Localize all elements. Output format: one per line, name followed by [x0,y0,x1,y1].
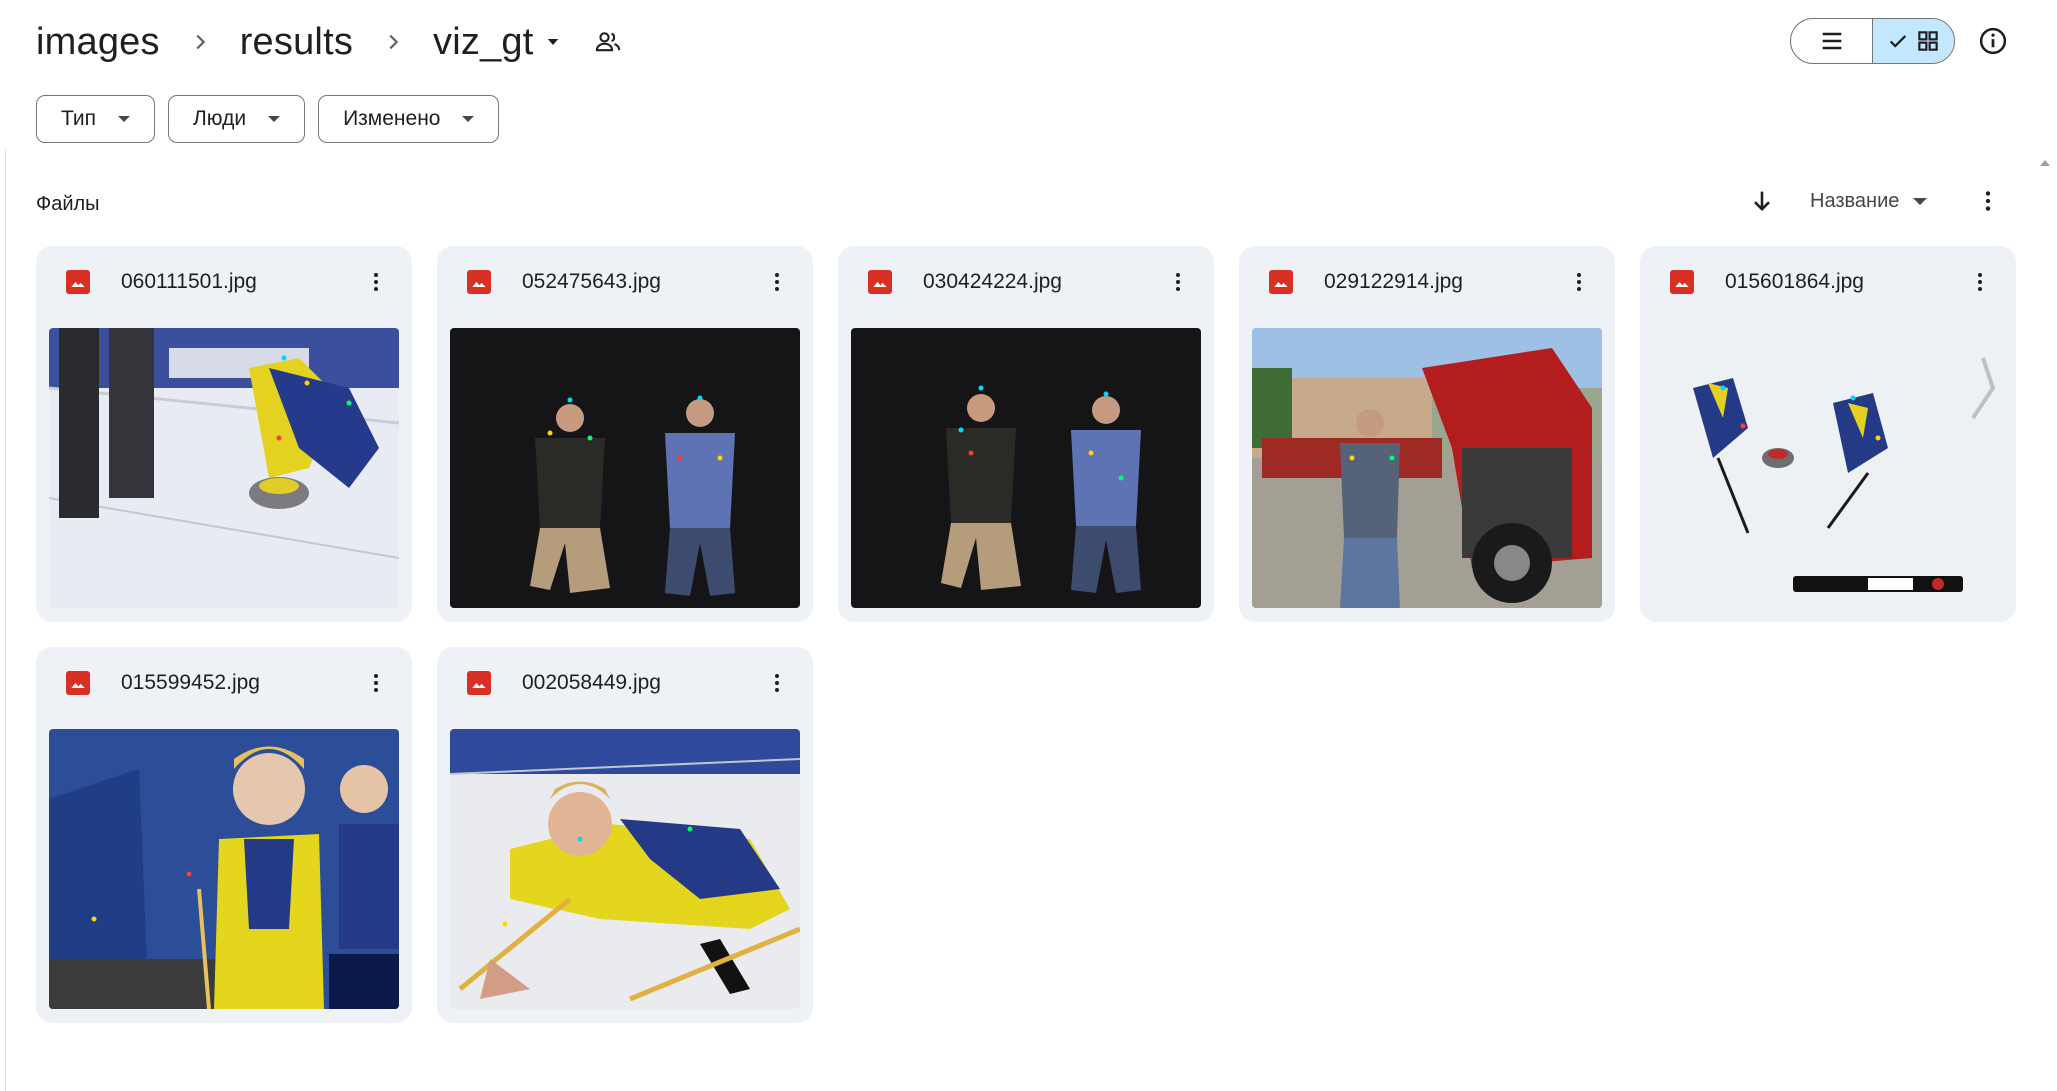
file-thumbnail [1653,328,2003,608]
caret-down-icon [268,116,281,122]
breadcrumb: images results viz_gt [36,14,624,70]
file-more-button[interactable] [759,264,795,300]
file-thumbnail [49,729,399,1009]
breadcrumb-current-folder[interactable]: viz_gt [433,21,561,64]
file-more-button[interactable] [358,665,394,701]
sort-by-button[interactable]: Название [1810,187,1928,215]
file-thumbnail [49,328,399,608]
grid-view-icon [1917,31,1938,51]
scroll-up-arrow[interactable] [2040,160,2050,166]
image-file-icon [66,671,90,695]
filter-people-chip[interactable]: Люди [168,95,306,143]
file-thumbnail [1252,328,1602,608]
more-vert-icon [1577,273,1581,291]
caret-down-icon [547,39,558,45]
file-thumbnail [450,729,800,1009]
more-vert-icon [1176,273,1180,291]
more-vert-icon [374,273,378,291]
file-thumbnail [450,328,800,608]
info-button[interactable] [1974,22,2012,60]
file-card[interactable]: 052475643.jpg [437,246,813,622]
image-file-icon [467,671,491,695]
file-name: 015601864.jpg [1725,270,1864,293]
file-name: 002058449.jpg [522,671,661,694]
filter-people-label: Люди [193,107,247,130]
file-more-button[interactable] [1160,264,1196,300]
more-vert-icon [374,674,378,692]
file-more-button[interactable] [759,665,795,701]
file-card[interactable]: 002058449.jpg [437,647,813,1023]
section-title: Файлы [36,193,100,215]
file-thumbnail [851,328,1201,608]
more-vert-icon [775,674,779,692]
view-toggle [1790,18,1955,64]
arrow-down-icon [1754,191,1770,211]
people-icon[interactable] [594,27,624,57]
image-file-icon [1269,270,1293,294]
file-name: 052475643.jpg [522,270,661,293]
chevron-right-icon [160,31,240,53]
list-view-icon [1822,32,1841,50]
left-divider [5,150,6,1091]
caret-down-icon [462,116,475,122]
sort-direction-button[interactable] [1745,184,1779,218]
file-card[interactable]: 029122914.jpg [1239,246,1615,622]
filter-type-label: Тип [61,107,97,130]
current-folder-name: viz_gt [433,20,534,63]
file-more-button[interactable] [358,264,394,300]
file-more-button[interactable] [1561,264,1597,300]
more-vert-icon [1978,273,1982,291]
breadcrumb-item-results[interactable]: results [240,21,353,64]
image-file-icon [66,270,90,294]
more-vert-icon [775,273,779,291]
caret-down-icon [118,116,131,122]
check-icon [1889,35,1906,48]
file-card[interactable]: 015601864.jpg [1640,246,2016,622]
filter-modified-chip[interactable]: Изменено [318,95,500,143]
chevron-right-icon [353,31,433,53]
grid-view-button[interactable] [1872,19,1954,63]
file-more-button[interactable] [1962,264,1998,300]
image-file-icon [868,270,892,294]
caret-down-icon [1913,197,1928,205]
file-name: 030424224.jpg [923,270,1062,293]
image-file-icon [467,270,491,294]
file-name: 060111501.jpg [121,270,257,293]
file-name: 029122914.jpg [1324,270,1463,293]
sort-by-label: Название [1810,189,1900,212]
more-vert-icon [1985,191,1991,211]
section-more-button[interactable] [1970,183,2006,219]
image-file-icon [1670,270,1694,294]
breadcrumb-item-images[interactable]: images [36,21,160,64]
file-card[interactable]: 015599452.jpg [36,647,412,1023]
filter-modified-label: Изменено [343,107,441,130]
info-icon [1979,27,2007,55]
filter-type-chip[interactable]: Тип [36,95,156,143]
file-card[interactable]: 060111501.jpg [36,246,412,622]
file-name: 015599452.jpg [121,671,260,694]
list-view-button[interactable] [1791,19,1872,63]
filter-chips: Тип Люди Изменено [36,95,500,143]
file-card[interactable]: 030424224.jpg [838,246,1214,622]
